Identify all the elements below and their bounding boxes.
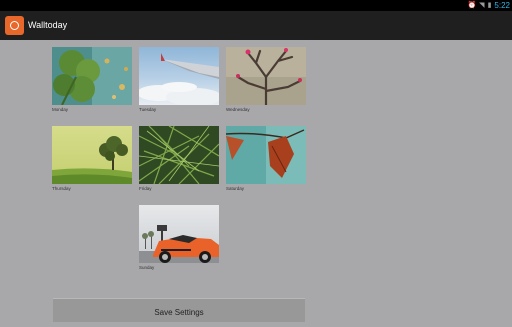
wallpaper-thumbnail-monday[interactable]	[52, 47, 132, 105]
wifi-icon: ◥	[479, 2, 485, 9]
wallpaper-thumbnail-friday[interactable]	[139, 126, 219, 184]
day-tile-sunday[interactable]: Sunday	[139, 205, 219, 273]
day-label-sunday: Sunday	[139, 265, 155, 270]
day-label-monday: Monday	[52, 107, 69, 112]
day-label-friday: Friday	[139, 186, 152, 191]
day-tile-thursday[interactable]: Thursday	[52, 126, 132, 194]
alarm-icon: ⏰	[467, 2, 477, 9]
day-tile-saturday[interactable]: Saturday	[226, 126, 306, 194]
battery-icon: ▮	[487, 2, 492, 9]
day-tile-tuesday[interactable]: Tuesday	[139, 47, 219, 115]
day-tile-wednesday[interactable]: Wednesday	[226, 47, 306, 115]
wallpaper-thumbnail-sunday[interactable]	[139, 205, 219, 263]
status-time: 5:22	[494, 1, 510, 10]
day-label-thursday: Thursday	[52, 186, 71, 191]
wallpaper-thumbnail-wednesday[interactable]	[226, 47, 306, 105]
app-icon[interactable]	[5, 16, 24, 35]
day-label-tuesday: Tuesday	[139, 107, 157, 112]
day-label-wednesday: Wednesday	[226, 107, 250, 112]
wallpaper-thumbnail-tuesday[interactable]	[139, 47, 219, 105]
action-bar: Walltoday	[0, 11, 512, 40]
wallpaper-thumbnail-saturday[interactable]	[226, 126, 306, 184]
status-icons: ⏰ ◥ ▮ 5:22	[467, 0, 510, 11]
status-bar: ⏰ ◥ ▮ 5:22	[0, 0, 512, 11]
day-label-saturday: Saturday	[226, 186, 245, 191]
app-title: Walltoday	[28, 20, 68, 30]
day-tile-monday[interactable]: Monday	[52, 47, 132, 115]
day-tile-friday[interactable]: Friday	[139, 126, 219, 194]
save-settings-button[interactable]: Save Settings	[53, 298, 305, 322]
wallpaper-thumbnail-thursday[interactable]	[52, 126, 132, 184]
